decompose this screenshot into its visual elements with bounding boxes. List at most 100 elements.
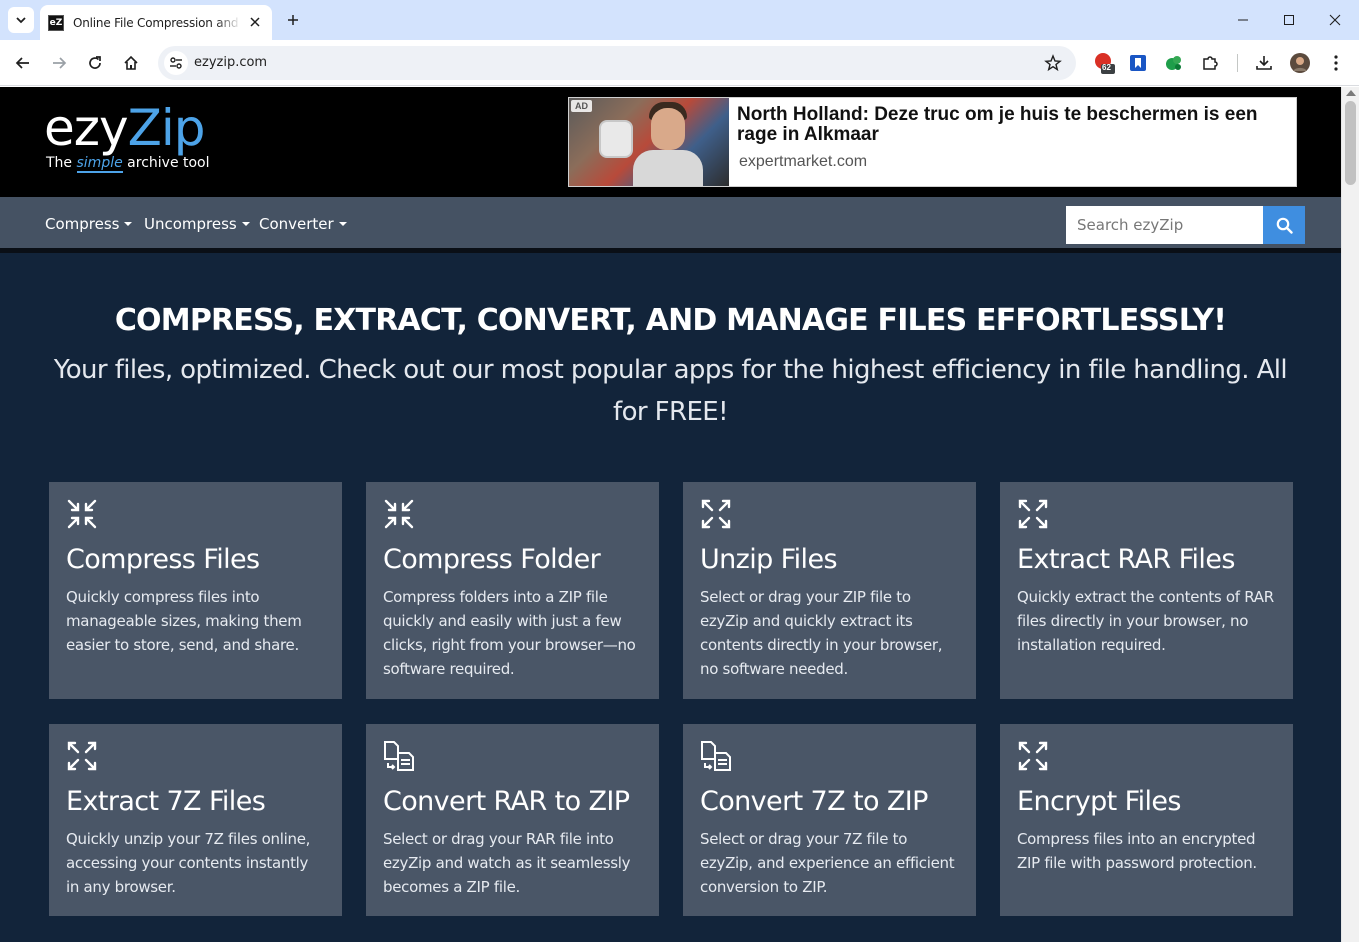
scroll-up-arrow-icon[interactable] <box>1346 90 1356 96</box>
card-title: Unzip Files <box>700 544 838 575</box>
window-close-button[interactable] <box>1321 6 1349 34</box>
browser-menu-button[interactable] <box>1325 52 1347 74</box>
extension-blue-button[interactable] <box>1127 52 1149 74</box>
site-search-button[interactable] <box>1263 206 1305 244</box>
caret-down-icon <box>241 222 250 226</box>
nav-compress-dropdown[interactable]: Compress <box>45 215 133 233</box>
app-card-encrypt-files[interactable]: Encrypt Files Compress files into an enc… <box>1000 724 1293 916</box>
maximize-icon <box>1284 15 1294 25</box>
bookmark-extension-icon <box>1130 55 1146 71</box>
card-title: Extract RAR Files <box>1017 544 1235 575</box>
extension-green-button[interactable] <box>1163 52 1185 74</box>
maximize-button[interactable] <box>1275 6 1303 34</box>
browser-tab-active[interactable]: eZ Online File Compression and Conversio… <box>40 5 272 40</box>
card-title: Convert 7Z to ZIP <box>700 786 928 817</box>
minimize-button[interactable] <box>1229 6 1257 34</box>
caret-down-icon <box>338 222 347 226</box>
new-tab-button[interactable] <box>282 9 304 31</box>
logo-part-2: Zip <box>127 99 206 157</box>
card-description: Select or drag your ZIP file to ezyZip a… <box>700 588 943 678</box>
ezyzip-logo[interactable]: ezyZip The simple archive tool <box>44 99 210 173</box>
back-button[interactable] <box>11 51 35 75</box>
compress-icon <box>67 499 97 529</box>
ezyzip-favicon-icon: eZ <box>48 14 64 31</box>
site-search-input[interactable] <box>1066 206 1263 244</box>
advertisement-banner[interactable]: AD North Holland: Deze truc om je huis t… <box>568 97 1297 187</box>
ad-domain[interactable]: expertmarket.com <box>739 153 867 171</box>
expand-icon <box>1018 741 1048 771</box>
card-description: Select or drag your 7Z file to ezyZip, a… <box>700 830 955 896</box>
page-scrollbar[interactable] <box>1341 87 1359 942</box>
forward-button[interactable] <box>47 51 71 75</box>
ad-image-detail <box>651 108 685 150</box>
browser-tab-strip: eZ Online File Compression and Conversio… <box>0 0 1359 40</box>
ad-badge: AD <box>571 100 592 112</box>
tagline-suffix: archive tool <box>122 155 210 171</box>
nav-uncompress-dropdown[interactable]: Uncompress <box>144 215 250 233</box>
scrollbar-thumb[interactable] <box>1345 101 1356 185</box>
star-icon <box>1044 54 1062 72</box>
bookmark-star-button[interactable] <box>1044 54 1062 72</box>
nav-converter-dropdown[interactable]: Converter <box>259 215 347 233</box>
app-card-convert-7z-zip[interactable]: Convert 7Z to ZIP Select or drag your 7Z… <box>683 724 976 916</box>
plus-icon <box>288 15 298 25</box>
app-card-compress-folder[interactable]: Compress Folder Compress folders into a … <box>366 482 659 699</box>
app-card-compress-files[interactable]: Compress Files Quickly compress files in… <box>49 482 342 699</box>
toolbar-divider <box>1237 54 1238 72</box>
hero-title: COMPRESS, EXTRACT, CONVERT, AND MANAGE F… <box>114 303 1227 338</box>
card-description: Quickly compress files into manageable s… <box>66 588 302 654</box>
card-title: Convert RAR to ZIP <box>383 786 630 817</box>
chevron-down-icon <box>16 17 26 24</box>
logo-part-1: ezy <box>44 99 129 157</box>
expand-icon <box>1018 499 1048 529</box>
card-description: Select or drag your RAR file into ezyZip… <box>383 830 631 896</box>
card-title: Compress Folder <box>383 544 601 575</box>
url-text[interactable]: ezyzip.com <box>194 55 267 70</box>
close-icon <box>1329 14 1341 26</box>
tab-search-button[interactable] <box>8 7 34 33</box>
tagline-emphasis: simple <box>76 155 123 173</box>
arrow-left-icon <box>15 57 29 69</box>
minimize-icon <box>1238 19 1248 21</box>
hero-subtitle: Your files, optimized. Check out our mos… <box>53 355 1288 427</box>
convert-file-icon <box>384 741 414 771</box>
nav-label: Converter <box>259 215 334 233</box>
nav-label: Uncompress <box>144 215 237 233</box>
app-card-unzip-files[interactable]: Unzip Files Select or drag your ZIP file… <box>683 482 976 699</box>
extensions-menu-button[interactable] <box>1199 52 1221 74</box>
downloads-button[interactable] <box>1253 52 1275 74</box>
search-icon <box>1276 217 1293 234</box>
extension-badge-button[interactable]: 62 <box>1093 52 1115 74</box>
home-button[interactable] <box>119 51 143 75</box>
address-bar[interactable]: ezyzip.com <box>158 46 1076 80</box>
tab-close-button[interactable] <box>246 13 264 31</box>
extension-badge-count: 62 <box>1102 63 1111 72</box>
profile-button[interactable] <box>1289 52 1311 74</box>
app-card-extract-7z[interactable]: Extract 7Z Files Quickly unzip your 7Z f… <box>49 724 342 916</box>
ad-image[interactable]: AD <box>569 98 729 186</box>
app-card-extract-rar[interactable]: Extract RAR Files Quickly extract the co… <box>1000 482 1293 699</box>
card-description: Quickly extract the contents of RAR file… <box>1017 588 1274 654</box>
tagline-prefix: The <box>46 155 77 171</box>
site-header: ezyZip The simple archive tool AD North … <box>0 87 1341 197</box>
leaf-extension-icon <box>1166 56 1181 70</box>
tune-icon <box>170 57 182 69</box>
reload-icon <box>89 56 101 69</box>
card-description: Compress folders into a ZIP file quickly… <box>383 588 636 678</box>
reload-button[interactable] <box>83 51 107 75</box>
app-card-convert-rar-zip[interactable]: Convert RAR to ZIP Select or drag your R… <box>366 724 659 916</box>
more-vert-icon <box>1334 55 1338 71</box>
logo-tagline: The simple archive tool <box>46 155 210 173</box>
tab-title: Online File Compression and Conversion <box>73 15 241 30</box>
site-info-button[interactable] <box>164 51 188 75</box>
caret-down-icon <box>124 222 133 226</box>
card-title: Encrypt Files <box>1017 786 1181 817</box>
card-description: Quickly unzip your 7Z files online, acce… <box>66 830 311 896</box>
arrow-right-icon <box>53 57 67 69</box>
compress-icon <box>384 499 414 529</box>
close-icon <box>250 17 260 27</box>
card-description: Compress files into an encrypted ZIP fil… <box>1017 830 1257 872</box>
ad-headline[interactable]: North Holland: Deze truc om je huis te b… <box>737 105 1292 145</box>
download-icon <box>1256 56 1272 70</box>
ad-image-detail <box>599 120 633 158</box>
